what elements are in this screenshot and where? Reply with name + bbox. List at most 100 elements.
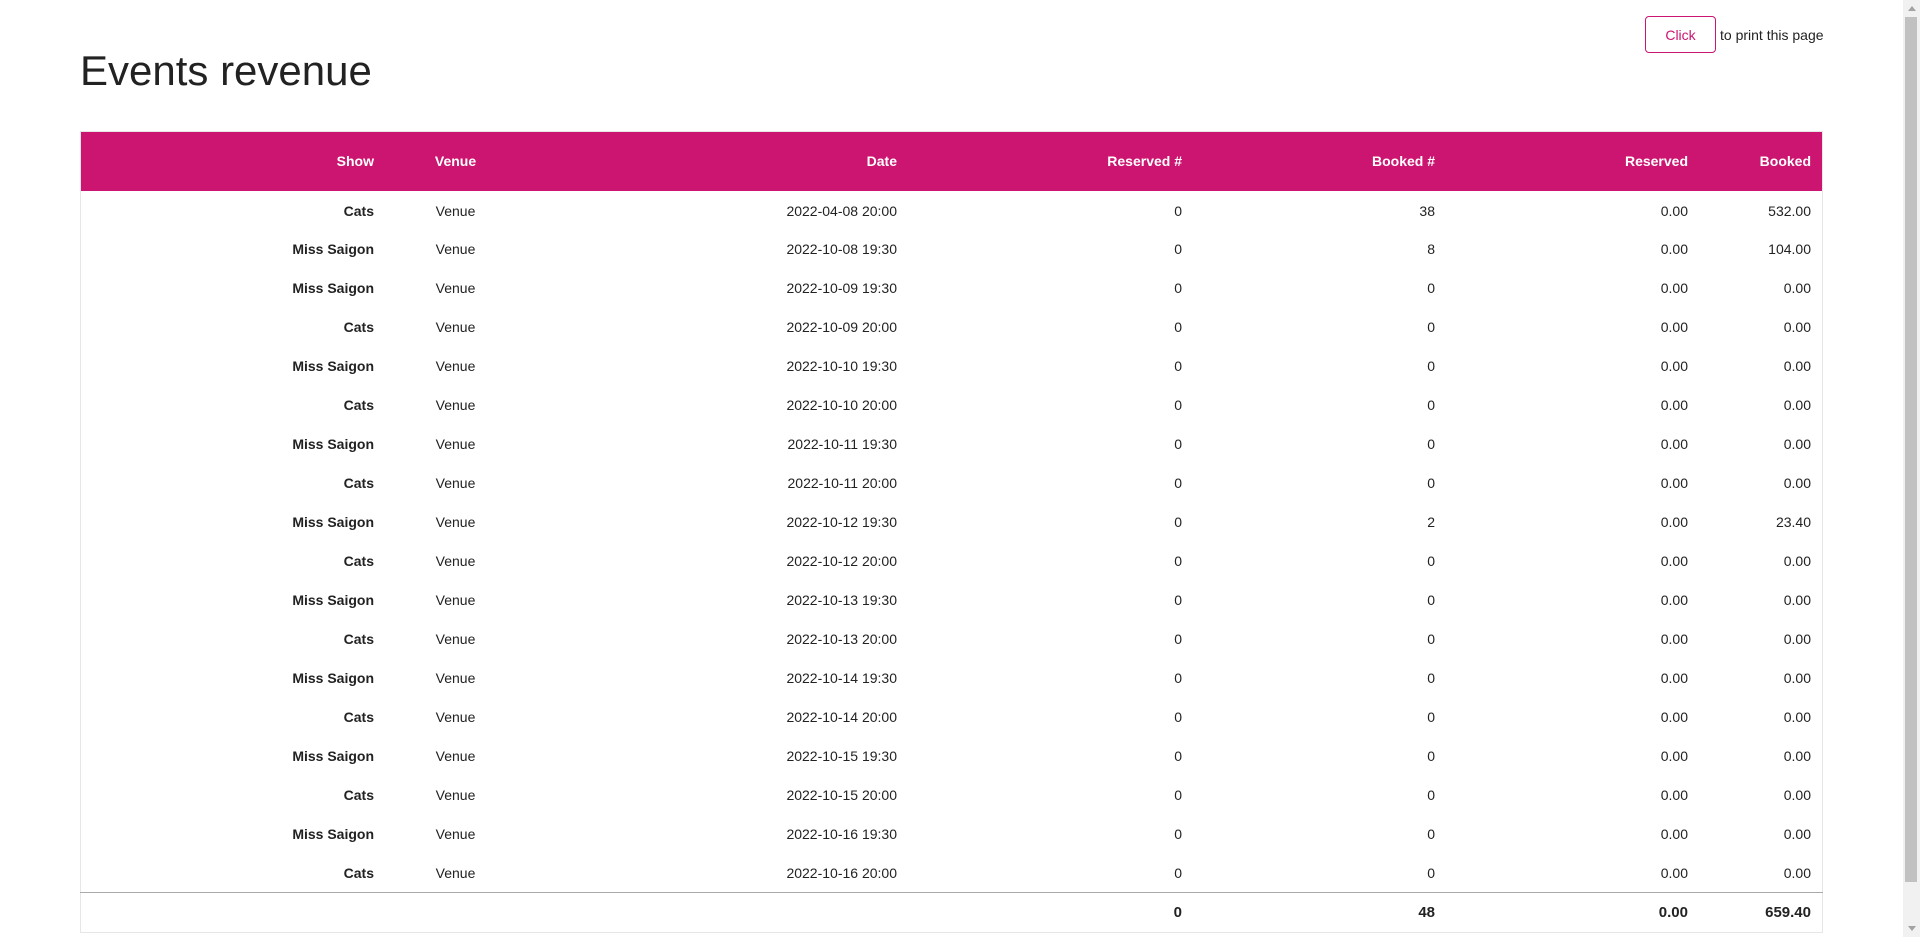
cell-venue: Venue [385, 269, 526, 308]
cell-venue: Venue [385, 347, 526, 386]
cell-reserved-count: 0 [908, 542, 1193, 581]
cell-booked-amount: 0.00 [1699, 308, 1823, 347]
table-row: Miss SaigonVenue2022-10-09 19:30000.000.… [81, 269, 1823, 308]
cell-booked-amount: 104.00 [1699, 230, 1823, 269]
cell-booked-count: 8 [1193, 230, 1446, 269]
table-row: CatsVenue2022-10-12 20:00000.000.00 [81, 542, 1823, 581]
cell-booked-count: 0 [1193, 815, 1446, 854]
table-row: Miss SaigonVenue2022-10-14 19:30000.000.… [81, 659, 1823, 698]
cell-show: Miss Saigon [81, 659, 386, 698]
cell-booked-count: 0 [1193, 425, 1446, 464]
cell-booked-count: 0 [1193, 581, 1446, 620]
cell-reserved-amount: 0.00 [1446, 347, 1699, 386]
events-revenue-table: Show Venue Date Reserved # Booked # Rese… [80, 131, 1823, 933]
vertical-scrollbar[interactable] [1903, 0, 1920, 937]
scroll-down-arrow-icon[interactable] [1903, 920, 1920, 937]
cell-show: Miss Saigon [81, 230, 386, 269]
cell-venue: Venue [385, 425, 526, 464]
cell-reserved-count: 0 [908, 191, 1193, 230]
cell-booked-count: 0 [1193, 308, 1446, 347]
cell-show: Cats [81, 620, 386, 659]
cell-reserved-count: 0 [908, 503, 1193, 542]
cell-reserved-count: 0 [908, 776, 1193, 815]
table-row: Miss SaigonVenue2022-10-08 19:30080.0010… [81, 230, 1823, 269]
cell-show: Miss Saigon [81, 269, 386, 308]
table-row: CatsVenue2022-10-15 20:00000.000.00 [81, 776, 1823, 815]
scrollbar-thumb[interactable] [1905, 17, 1917, 882]
table-row: Miss SaigonVenue2022-10-16 19:30000.000.… [81, 815, 1823, 854]
cell-booked-count: 0 [1193, 464, 1446, 503]
table-body: CatsVenue2022-04-08 20:000380.00532.00Mi… [81, 191, 1823, 893]
table-row: Miss SaigonVenue2022-10-12 19:30020.0023… [81, 503, 1823, 542]
cell-venue: Venue [385, 308, 526, 347]
cell-reserved-amount: 0.00 [1446, 581, 1699, 620]
cell-reserved-amount: 0.00 [1446, 308, 1699, 347]
cell-reserved-amount: 0.00 [1446, 659, 1699, 698]
cell-booked-count: 0 [1193, 698, 1446, 737]
column-header-reserved-amount: Reserved [1446, 132, 1699, 191]
cell-reserved-amount: 0.00 [1446, 503, 1699, 542]
total-show [81, 893, 386, 933]
cell-date: 2022-10-10 19:30 [526, 347, 908, 386]
cell-date: 2022-10-09 19:30 [526, 269, 908, 308]
cell-reserved-amount: 0.00 [1446, 464, 1699, 503]
cell-reserved-amount: 0.00 [1446, 815, 1699, 854]
cell-booked-amount: 0.00 [1699, 776, 1823, 815]
column-header-booked-amount: Booked [1699, 132, 1823, 191]
cell-reserved-amount: 0.00 [1446, 737, 1699, 776]
cell-booked-count: 0 [1193, 542, 1446, 581]
cell-show: Miss Saigon [81, 581, 386, 620]
cell-date: 2022-10-09 20:00 [526, 308, 908, 347]
cell-booked-amount: 0.00 [1699, 542, 1823, 581]
print-button[interactable]: Click [1645, 16, 1716, 53]
cell-show: Miss Saigon [81, 737, 386, 776]
cell-reserved-amount: 0.00 [1446, 620, 1699, 659]
column-header-venue: Venue [385, 132, 526, 191]
cell-date: 2022-10-11 20:00 [526, 464, 908, 503]
cell-reserved-amount: 0.00 [1446, 191, 1699, 230]
cell-booked-count: 38 [1193, 191, 1446, 230]
cell-booked-count: 0 [1193, 620, 1446, 659]
cell-booked-amount: 0.00 [1699, 854, 1823, 893]
table-row: Miss SaigonVenue2022-10-11 19:30000.000.… [81, 425, 1823, 464]
column-header-date: Date [526, 132, 908, 191]
table-row: CatsVenue2022-10-09 20:00000.000.00 [81, 308, 1823, 347]
cell-reserved-count: 0 [908, 308, 1193, 347]
total-date [526, 893, 908, 933]
cell-reserved-count: 0 [908, 854, 1193, 893]
cell-reserved-count: 0 [908, 620, 1193, 659]
total-reserved-count: 0 [908, 893, 1193, 933]
cell-booked-amount: 0.00 [1699, 386, 1823, 425]
cell-booked-count: 0 [1193, 347, 1446, 386]
cell-venue: Venue [385, 620, 526, 659]
cell-date: 2022-10-08 19:30 [526, 230, 908, 269]
print-hint-text: to print this page [1720, 27, 1824, 43]
cell-reserved-amount: 0.00 [1446, 425, 1699, 464]
cell-booked-amount: 0.00 [1699, 698, 1823, 737]
total-reserved-amount: 0.00 [1446, 893, 1699, 933]
cell-date: 2022-10-10 20:00 [526, 386, 908, 425]
cell-venue: Venue [385, 776, 526, 815]
cell-date: 2022-10-16 19:30 [526, 815, 908, 854]
totals-row: 0 48 0.00 659.40 [81, 893, 1823, 933]
cell-venue: Venue [385, 230, 526, 269]
cell-booked-count: 0 [1193, 776, 1446, 815]
table-row: Miss SaigonVenue2022-10-15 19:30000.000.… [81, 737, 1823, 776]
cell-show: Cats [81, 776, 386, 815]
cell-venue: Venue [385, 386, 526, 425]
total-booked-count: 48 [1193, 893, 1446, 933]
cell-venue: Venue [385, 542, 526, 581]
cell-booked-amount: 532.00 [1699, 191, 1823, 230]
cell-show: Cats [81, 386, 386, 425]
table-row: CatsVenue2022-10-10 20:00000.000.00 [81, 386, 1823, 425]
cell-show: Miss Saigon [81, 503, 386, 542]
cell-booked-count: 0 [1193, 854, 1446, 893]
cell-reserved-count: 0 [908, 698, 1193, 737]
cell-date: 2022-10-16 20:00 [526, 854, 908, 893]
cell-booked-amount: 0.00 [1699, 659, 1823, 698]
cell-booked-amount: 0.00 [1699, 581, 1823, 620]
cell-reserved-count: 0 [908, 269, 1193, 308]
table-row: CatsVenue2022-10-16 20:00000.000.00 [81, 854, 1823, 893]
scroll-up-arrow-icon[interactable] [1903, 0, 1920, 17]
cell-venue: Venue [385, 581, 526, 620]
